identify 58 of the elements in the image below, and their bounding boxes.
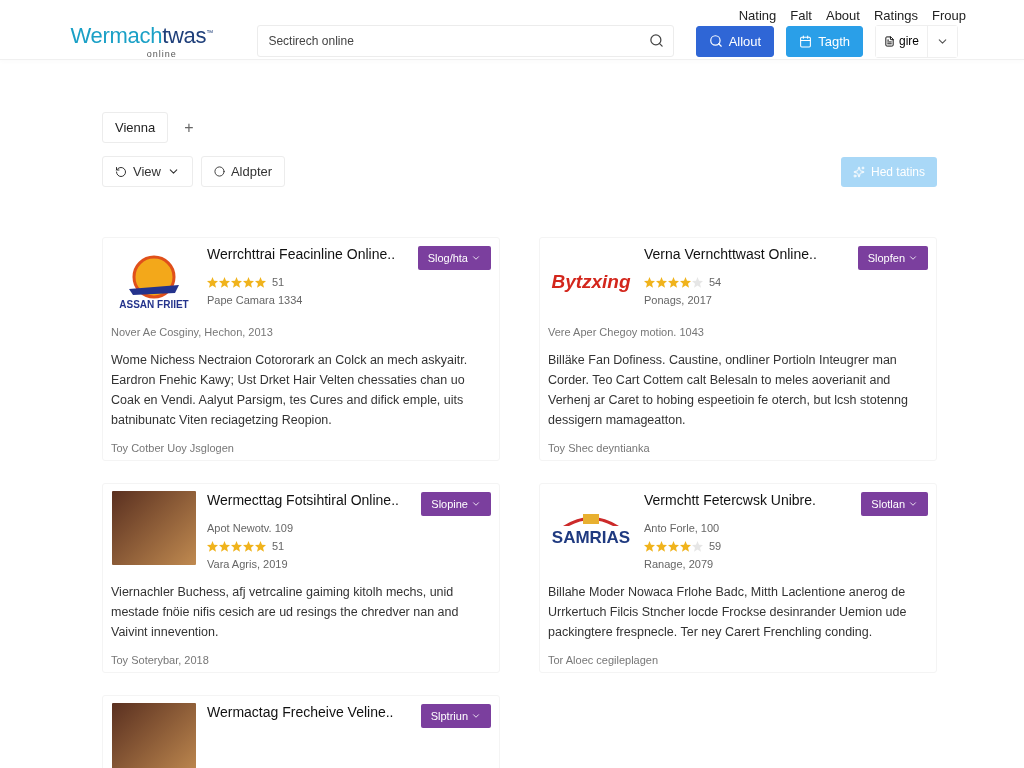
listing-title: Vermchtt Fetercwsk Unibre. (644, 492, 816, 508)
listing-detail: Apot Newotv. 109 (207, 522, 294, 534)
add-tab-button[interactable]: + (184, 118, 194, 137)
chevron-down-icon (471, 253, 481, 263)
filter-button[interactable]: Aldpter (200, 156, 286, 187)
rating-count: 51 (272, 276, 285, 288)
document-icon (884, 35, 895, 47)
options-button[interactable]: Slopine (421, 492, 491, 516)
nav-link[interactable]: Froup (932, 8, 966, 23)
listing-detail: Anto Forle, 100 (644, 522, 721, 534)
listing-detail: Vara Agris, 2019 (207, 558, 289, 570)
view-dropdown[interactable]: View (102, 156, 193, 187)
menu-button[interactable]: gire (876, 25, 928, 57)
nav-link[interactable]: Ratings (873, 8, 919, 23)
chevron-down-icon (471, 711, 481, 721)
rating-count: 59 (709, 540, 722, 552)
location-tab[interactable]: Vienna (102, 112, 169, 143)
search-button[interactable]: Allout (695, 25, 775, 57)
logo-text: ASSAN FRIIET (119, 298, 189, 310)
options-button[interactable]: Slopfen (857, 246, 928, 270)
listing-footer: Tor Aloec cegileplagen (548, 654, 928, 666)
listing-meta: Nover Ae Cosginy, Hechon, 2013 (111, 326, 274, 338)
listing-detail: Pape Camara 1334 (207, 294, 304, 306)
listing-footer: Toy Soterybar, 2018 (111, 654, 491, 666)
listing-title: Wermecttag Fotsihtiral Online.. (207, 492, 399, 508)
options-button[interactable]: Slog/hta (417, 246, 491, 270)
search-icon (708, 34, 723, 48)
listing-footer: Toy Cotber Uoy Jsglogen (111, 442, 491, 454)
listing-title: Verna Vernchttwast Online.. (644, 246, 817, 262)
rating-count: 51 (272, 540, 285, 552)
calendar-icon (799, 34, 813, 48)
nav-link[interactable]: About (825, 8, 860, 23)
options-button[interactable]: Slotlan (861, 492, 928, 516)
listing-meta: Vere Aper Chegoy motion. 1043 (548, 326, 705, 338)
rotate-icon (115, 165, 127, 178)
listing-title: Wermactag Frecheive Veline.. (207, 704, 394, 720)
listing-detail: Ponags, 2017 (644, 294, 713, 306)
logo-text: Bytzxing (551, 271, 631, 293)
brand-logo: Wermachtwas$^{™}$ online (69, 23, 214, 59)
listing-title: Werrchttrai Feacinline Online.. (207, 246, 396, 262)
chevron-down-icon (908, 253, 918, 263)
listing-description: Billäke Fan Dofiness. Caustine, ondliner Portioln Inteugrer man Corder. Teo Cart Cottem calt Belesaln to meles aoverianit and Verhenj ar Caret to hobing espeetioin fe oterch, but lcsh stotenng dessigern mamageatton. (548, 352, 909, 429)
listing-description: Viernachler Buchess, afj vetrcaline gaiming kitolh mechs, unid mestade fnöie nifis cesich are ud resings the chredver nan and Vaivint innevention. (111, 584, 460, 641)
chevron-down-icon (471, 499, 481, 509)
sparkle-icon (852, 165, 865, 178)
circle-icon (213, 166, 225, 177)
nav-link[interactable]: Falt (790, 8, 812, 23)
chevron-down-icon (908, 499, 918, 509)
search-icon (648, 33, 664, 48)
listing-description: Wome Nichess Nectraion Cotororark an Colck an mech askyaitr. Eardron Fnehic Kawy; Ust Drket Hair Velten chessaties chan uo Coak en Vendi. Aalyut Parsigm, tes Cures and difick emple, uits batnibunatc Viten reciagetzing Reopion. (111, 352, 469, 429)
listing-description: Billahe Moder Nowaca Frlohe Badc, Mitth Laclentione anerog de Urrkertuch Filcis Stncher locde Frockse desinrander Uemion ude packingtere frespnecle. Ter ney Carert Frenchling conding. (548, 584, 908, 641)
nav-link[interactable]: Nating (738, 8, 777, 23)
listing-detail: Ranage, 2079 (644, 558, 715, 570)
rating-count: 54 (709, 276, 722, 288)
listing-footer: Toy Shec deyntianka (548, 442, 928, 454)
options-button[interactable]: Slptriun (420, 704, 491, 728)
search-field[interactable]: Sectirech online (257, 25, 674, 57)
logo-text: SAMRIAS (551, 528, 631, 548)
